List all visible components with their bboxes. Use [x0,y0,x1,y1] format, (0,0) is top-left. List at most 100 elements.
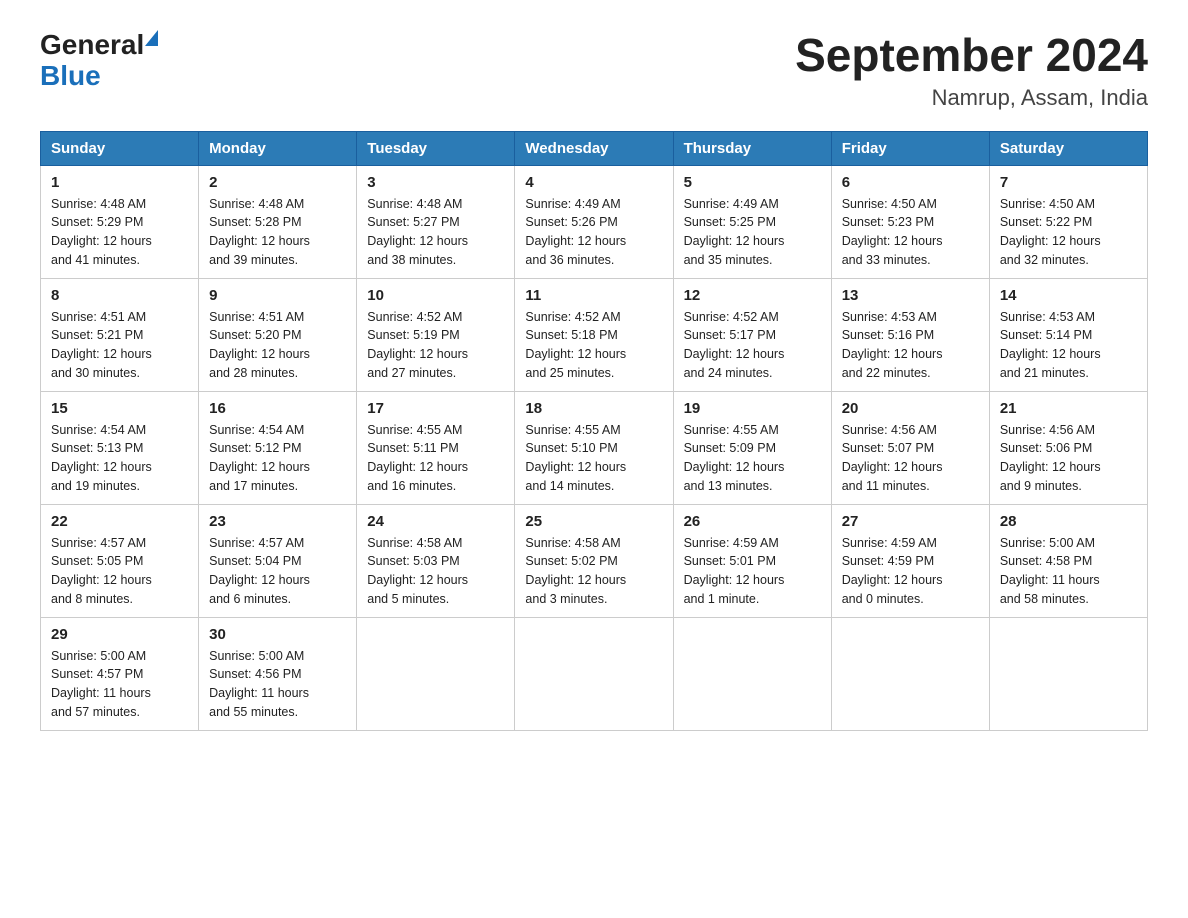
daylight-text-2: and 38 minutes. [367,251,504,270]
sunset-text: Sunset: 5:14 PM [1000,326,1137,345]
daylight-text-2: and 3 minutes. [525,590,662,609]
day-number: 15 [51,400,188,417]
sunset-text: Sunset: 5:19 PM [367,326,504,345]
daylight-text-2: and 58 minutes. [1000,590,1137,609]
calendar-week-row: 22Sunrise: 4:57 AMSunset: 5:05 PMDayligh… [41,504,1148,617]
daylight-text-1: Daylight: 12 hours [525,571,662,590]
daylight-text-2: and 25 minutes. [525,364,662,383]
sunrise-text: Sunrise: 4:55 AM [684,421,821,440]
day-number: 13 [842,287,979,304]
sunrise-text: Sunrise: 4:58 AM [367,534,504,553]
sunset-text: Sunset: 5:28 PM [209,213,346,232]
daylight-text-1: Daylight: 12 hours [51,458,188,477]
col-header-friday: Friday [831,131,989,165]
sunset-text: Sunset: 5:11 PM [367,439,504,458]
daylight-text-1: Daylight: 12 hours [842,571,979,590]
day-info: Sunrise: 4:52 AMSunset: 5:17 PMDaylight:… [684,308,821,383]
sunrise-text: Sunrise: 4:59 AM [684,534,821,553]
day-info: Sunrise: 4:49 AMSunset: 5:26 PMDaylight:… [525,195,662,270]
day-info: Sunrise: 4:51 AMSunset: 5:21 PMDaylight:… [51,308,188,383]
day-info: Sunrise: 4:50 AMSunset: 5:22 PMDaylight:… [1000,195,1137,270]
daylight-text-2: and 30 minutes. [51,364,188,383]
col-header-tuesday: Tuesday [357,131,515,165]
calendar-cell: 20 Sunrise: 4:56 AMSunset: 5:07 PMDayligh… [831,391,989,504]
sunrise-text: Sunrise: 4:48 AM [367,195,504,214]
calendar-cell: 12 Sunrise: 4:52 AMSunset: 5:17 PMDayligh… [673,278,831,391]
daylight-text-2: and 32 minutes. [1000,251,1137,270]
daylight-text-2: and 5 minutes. [367,590,504,609]
daylight-text-2: and 22 minutes. [842,364,979,383]
daylight-text-2: and 6 minutes. [209,590,346,609]
day-info: Sunrise: 4:49 AMSunset: 5:25 PMDaylight:… [684,195,821,270]
day-number: 28 [1000,513,1137,530]
day-number: 26 [684,513,821,530]
day-info: Sunrise: 4:56 AMSunset: 5:07 PMDaylight:… [842,421,979,496]
sunrise-text: Sunrise: 4:49 AM [525,195,662,214]
daylight-text-2: and 35 minutes. [684,251,821,270]
calendar-cell: 8Sunrise: 4:51 AMSunset: 5:21 PMDaylight… [41,278,199,391]
title-block: September 2024 Namrup, Assam, India [795,30,1148,111]
daylight-text-1: Daylight: 11 hours [51,684,188,703]
daylight-text-2: and 0 minutes. [842,590,979,609]
calendar-cell: 3Sunrise: 4:48 AMSunset: 5:27 PMDaylight… [357,165,515,278]
calendar-cell: 5 Sunrise: 4:49 AMSunset: 5:25 PMDaylight… [673,165,831,278]
calendar-cell: 25Sunrise: 4:58 AMSunset: 5:02 PMDayligh… [515,504,673,617]
daylight-text-2: and 24 minutes. [684,364,821,383]
daylight-text-2: and 21 minutes. [1000,364,1137,383]
sunrise-text: Sunrise: 4:52 AM [367,308,504,327]
calendar-header-row: SundayMondayTuesdayWednesdayThursdayFrid… [41,131,1148,165]
day-info: Sunrise: 4:54 AMSunset: 5:12 PMDaylight:… [209,421,346,496]
calendar-week-row: 1Sunrise: 4:48 AMSunset: 5:29 PMDaylight… [41,165,1148,278]
calendar-cell: 22Sunrise: 4:57 AMSunset: 5:05 PMDayligh… [41,504,199,617]
page-header: General Blue September 2024 Namrup, Assa… [40,30,1148,111]
day-number: 12 [684,287,821,304]
day-number: 10 [367,287,504,304]
day-number: 7 [1000,174,1137,191]
day-info: Sunrise: 4:58 AMSunset: 5:03 PMDaylight:… [367,534,504,609]
daylight-text-1: Daylight: 12 hours [842,458,979,477]
daylight-text-1: Daylight: 12 hours [684,458,821,477]
calendar-table: SundayMondayTuesdayWednesdayThursdayFrid… [40,131,1148,731]
logo-general-text: General [40,30,144,61]
sunset-text: Sunset: 5:29 PM [51,213,188,232]
sunset-text: Sunset: 4:58 PM [1000,552,1137,571]
sunrise-text: Sunrise: 4:57 AM [209,534,346,553]
daylight-text-1: Daylight: 12 hours [209,571,346,590]
sunrise-text: Sunrise: 5:00 AM [51,647,188,666]
daylight-text-2: and 57 minutes. [51,703,188,722]
day-info: Sunrise: 4:52 AMSunset: 5:18 PMDaylight:… [525,308,662,383]
daylight-text-2: and 16 minutes. [367,477,504,496]
calendar-cell: 29Sunrise: 5:00 AMSunset: 4:57 PMDayligh… [41,617,199,730]
daylight-text-2: and 14 minutes. [525,477,662,496]
calendar-cell: 13Sunrise: 4:53 AMSunset: 5:16 PMDayligh… [831,278,989,391]
sunrise-text: Sunrise: 4:54 AM [209,421,346,440]
daylight-text-2: and 36 minutes. [525,251,662,270]
sunset-text: Sunset: 5:17 PM [684,326,821,345]
sunrise-text: Sunrise: 4:53 AM [1000,308,1137,327]
sunrise-text: Sunrise: 4:51 AM [51,308,188,327]
calendar-cell: 14Sunrise: 4:53 AMSunset: 5:14 PMDayligh… [989,278,1147,391]
sunset-text: Sunset: 4:59 PM [842,552,979,571]
day-number: 20 [842,400,979,417]
daylight-text-2: and 8 minutes. [51,590,188,609]
day-number: 25 [525,513,662,530]
day-number: 18 [525,400,662,417]
day-number: 27 [842,513,979,530]
sunrise-text: Sunrise: 4:51 AM [209,308,346,327]
day-number: 19 [684,400,821,417]
calendar-cell: 6Sunrise: 4:50 AMSunset: 5:23 PMDaylight… [831,165,989,278]
day-number: 5 [684,174,821,191]
sunset-text: Sunset: 5:21 PM [51,326,188,345]
day-number: 16 [209,400,346,417]
daylight-text-2: and 13 minutes. [684,477,821,496]
sunset-text: Sunset: 5:01 PM [684,552,821,571]
day-info: Sunrise: 4:48 AMSunset: 5:28 PMDaylight:… [209,195,346,270]
daylight-text-2: and 11 minutes. [842,477,979,496]
day-number: 2 [209,174,346,191]
day-info: Sunrise: 4:55 AMSunset: 5:09 PMDaylight:… [684,421,821,496]
day-info: Sunrise: 5:00 AMSunset: 4:56 PMDaylight:… [209,647,346,722]
day-number: 24 [367,513,504,530]
sunset-text: Sunset: 5:07 PM [842,439,979,458]
sunrise-text: Sunrise: 4:56 AM [842,421,979,440]
sunset-text: Sunset: 5:02 PM [525,552,662,571]
